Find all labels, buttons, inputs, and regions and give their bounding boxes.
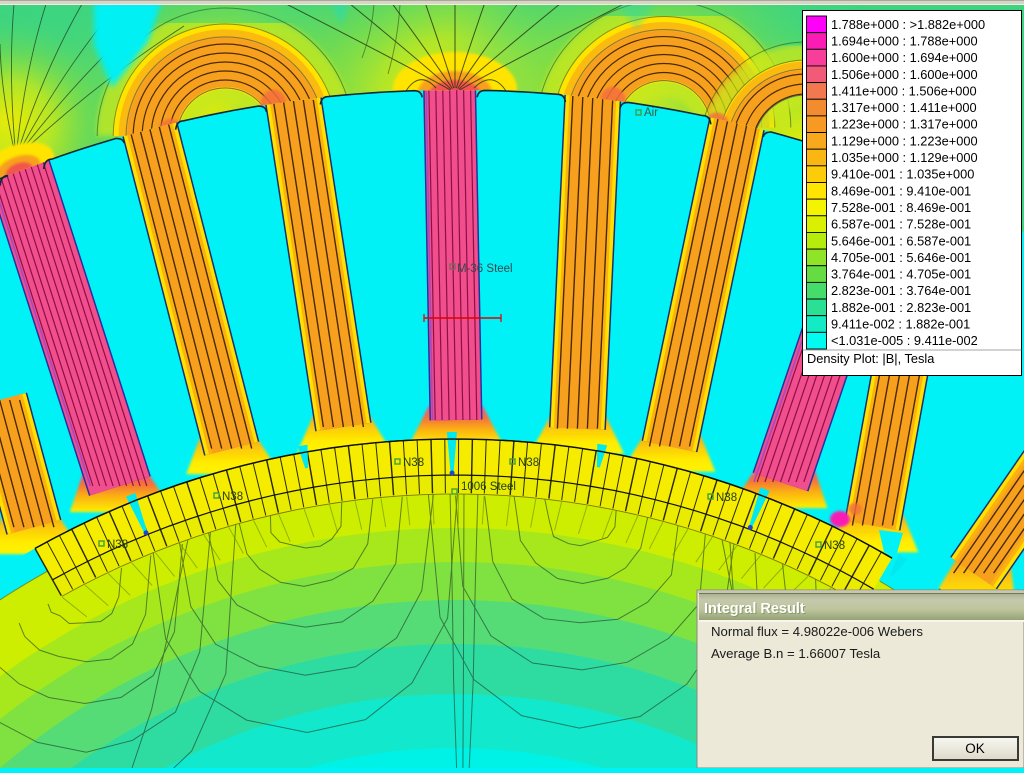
svg-text:1.317e+000 : 1.411e+000: 1.317e+000 : 1.411e+000 [831, 100, 977, 115]
svg-text:N38: N38 [403, 457, 424, 469]
svg-text:1.035e+000 : 1.129e+000: 1.035e+000 : 1.129e+000 [831, 150, 978, 165]
svg-text:1.506e+000 : 1.600e+000: 1.506e+000 : 1.600e+000 [831, 67, 978, 82]
svg-text:1.694e+000 : 1.788e+000: 1.694e+000 : 1.788e+000 [831, 33, 978, 48]
svg-text:<1.031e-005 : 9.411e-002: <1.031e-005 : 9.411e-002 [831, 333, 978, 348]
svg-text:Normal flux = 4.98022e-006 Web: Normal flux = 4.98022e-006 Webers [711, 624, 923, 639]
svg-text:8.469e-001 : 9.410e-001: 8.469e-001 : 9.410e-001 [831, 183, 971, 198]
svg-text:N38: N38 [518, 457, 539, 469]
svg-text:1.129e+000 : 1.223e+000: 1.129e+000 : 1.223e+000 [831, 133, 978, 148]
svg-text:N38: N38 [107, 539, 128, 551]
svg-text:2.823e-001 : 3.764e-001: 2.823e-001 : 3.764e-001 [831, 283, 971, 298]
svg-text:M-36 Steel: M-36 Steel [457, 263, 513, 275]
svg-text:1006 Steel: 1006 Steel [461, 481, 516, 493]
svg-text:9.410e-001 : 1.035e+000: 9.410e-001 : 1.035e+000 [831, 167, 974, 182]
svg-text:Integral Result: Integral Result [704, 601, 805, 617]
svg-text:Air: Air [644, 107, 658, 119]
svg-text:1.882e-001 : 2.823e-001: 1.882e-001 : 2.823e-001 [831, 300, 971, 315]
svg-text:1.223e+000 : 1.317e+000: 1.223e+000 : 1.317e+000 [831, 117, 978, 132]
svg-text:Density Plot: |B|, Tesla: Density Plot: |B|, Tesla [807, 351, 935, 366]
svg-text:7.528e-001 : 8.469e-001: 7.528e-001 : 8.469e-001 [831, 200, 971, 215]
svg-text:N38: N38 [716, 492, 737, 504]
svg-text:4.705e-001 : 5.646e-001: 4.705e-001 : 5.646e-001 [831, 250, 971, 265]
svg-text:Average B.n = 1.66007 Tesla: Average B.n = 1.66007 Tesla [711, 646, 881, 661]
svg-text:6.587e-001 : 7.528e-001: 6.587e-001 : 7.528e-001 [831, 217, 971, 232]
svg-text:1.788e+000 : >1.882e+000: 1.788e+000 : >1.882e+000 [831, 17, 985, 32]
svg-text:N38: N38 [824, 540, 845, 552]
svg-text:3.764e-001 : 4.705e-001: 3.764e-001 : 4.705e-001 [831, 267, 971, 282]
svg-text:9.411e-002 : 1.882e-001: 9.411e-002 : 1.882e-001 [831, 317, 970, 332]
svg-text:1.411e+000 : 1.506e+000: 1.411e+000 : 1.506e+000 [831, 83, 977, 98]
svg-text:5.646e-001 : 6.587e-001: 5.646e-001 : 6.587e-001 [831, 233, 971, 248]
svg-text:1.600e+000 : 1.694e+000: 1.600e+000 : 1.694e+000 [831, 50, 978, 65]
svg-text:N38: N38 [222, 491, 243, 503]
svg-text:OK: OK [965, 741, 985, 756]
